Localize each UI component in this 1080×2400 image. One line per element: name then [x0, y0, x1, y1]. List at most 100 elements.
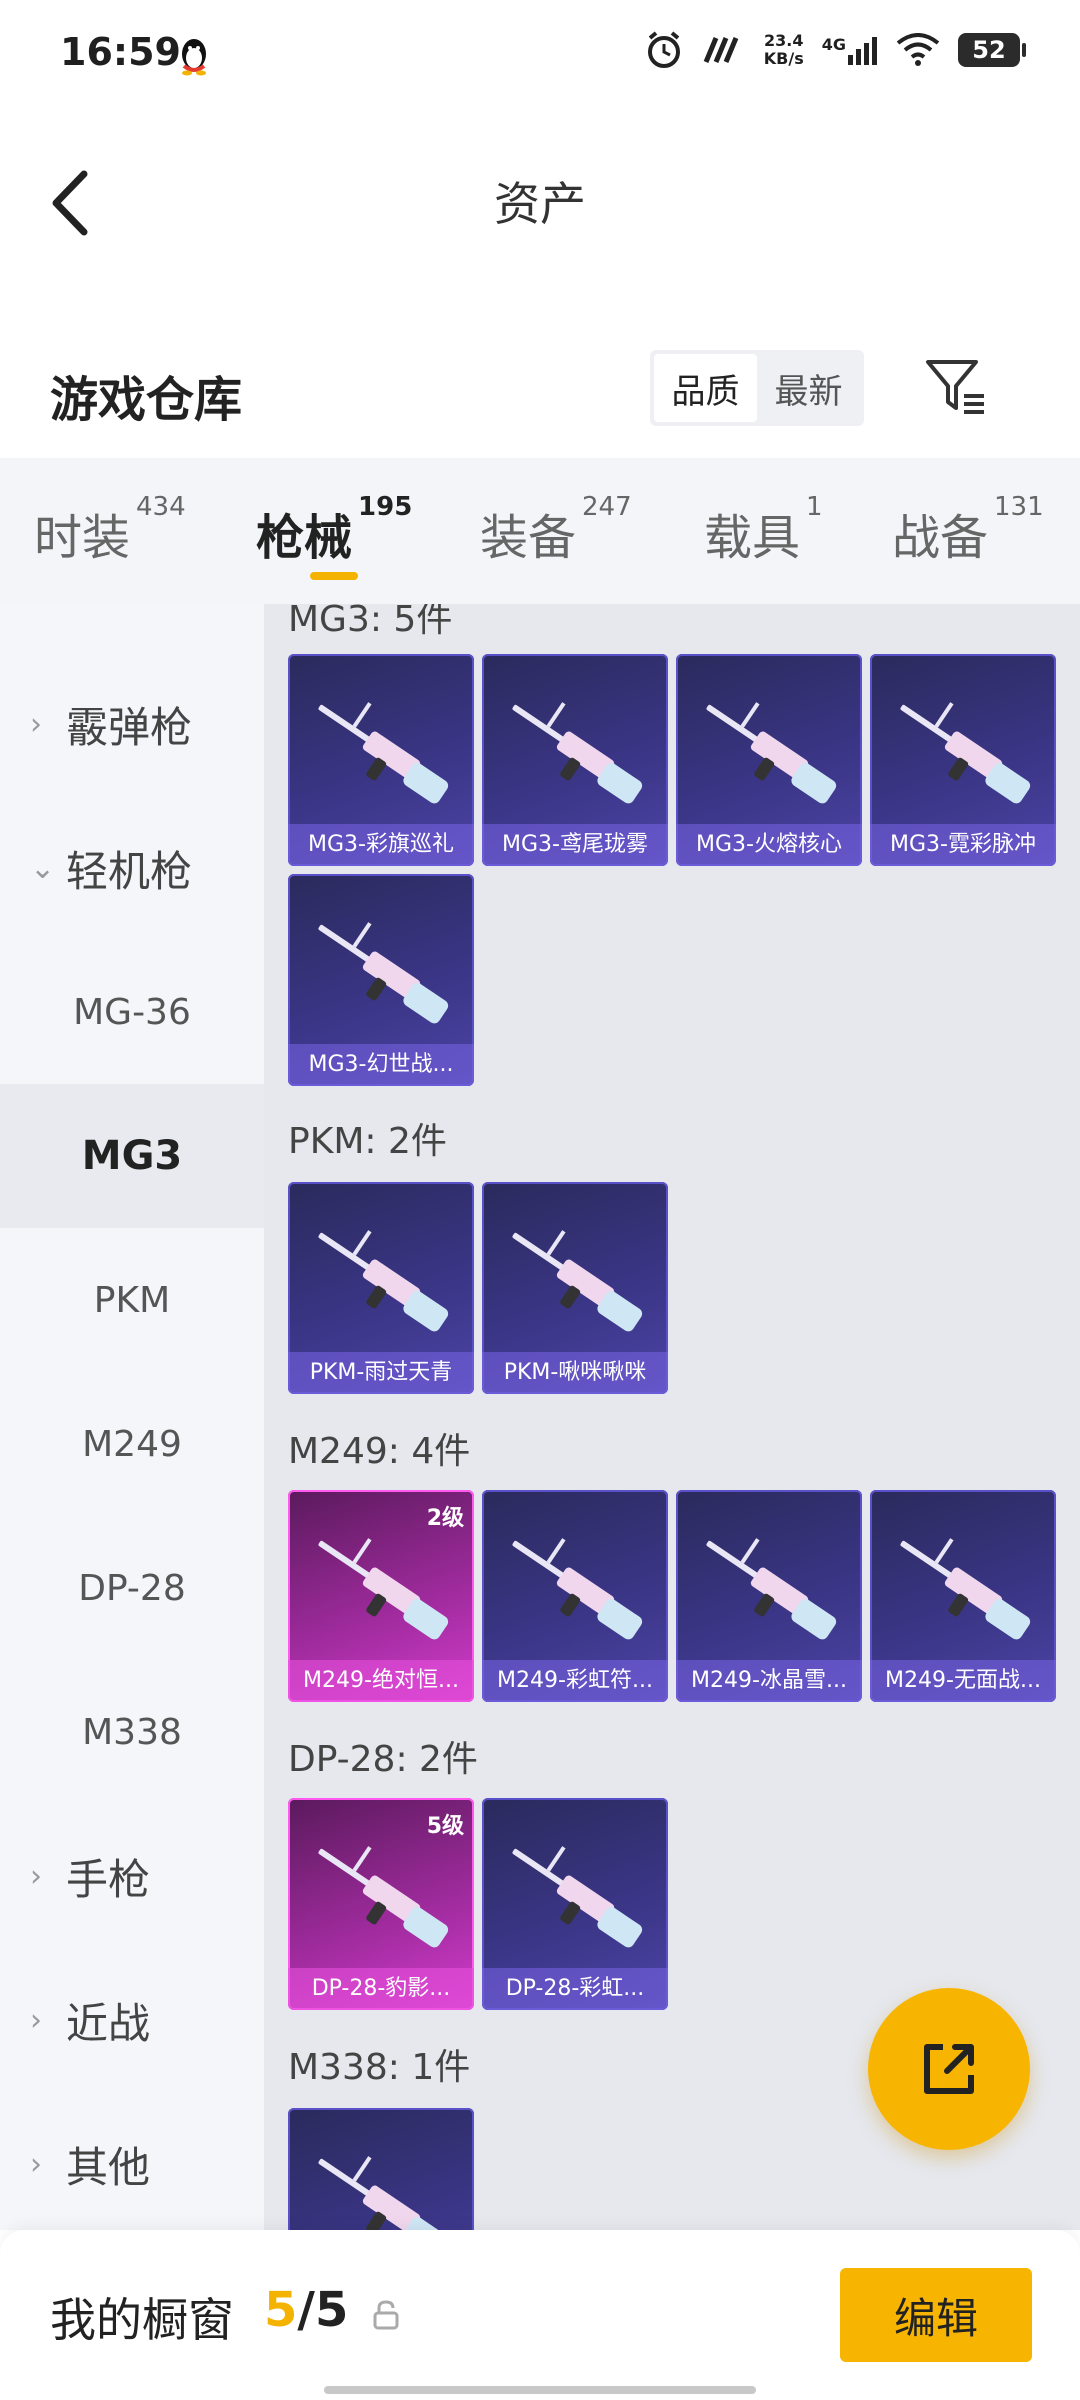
tab-combat-gear[interactable]: 战备131: [892, 492, 1044, 568]
chevron-right-icon: ›: [30, 1858, 42, 1894]
skin-name: MG3-鸢尾珑雾: [482, 824, 668, 866]
tab-vehicles[interactable]: 载具1: [704, 492, 823, 568]
chevron-right-icon: ›: [30, 2146, 42, 2182]
skin-name: DP-28-彩虹...: [482, 1968, 668, 2010]
share-external-icon: [924, 2044, 974, 2094]
lock-icon: [373, 2300, 399, 2330]
status-bar: 16:59 23.4 KB/s 4G 52: [0, 0, 1080, 110]
cell-signal-icon: 4G: [822, 35, 878, 65]
signal-label: 4G: [821, 35, 846, 54]
sidebar-item-melee[interactable]: › 近战: [0, 1948, 264, 2092]
skin-name: M249-彩虹符...: [482, 1660, 668, 1702]
group-label-m338: M338: 1件: [288, 2047, 471, 2088]
skin-card[interactable]: MG3-幻世战...: [288, 874, 474, 1086]
chevron-right-icon: ›: [30, 706, 42, 742]
group-label-m249: M249: 4件: [288, 1431, 471, 1472]
home-indicator: [324, 2386, 756, 2394]
skin-card[interactable]: M249-冰晶雪...: [676, 1490, 862, 1702]
sidebar-item-mg36[interactable]: MG-36: [0, 940, 264, 1084]
skin-card[interactable]: [288, 2108, 474, 2230]
battery-indicator: 52: [958, 33, 1026, 67]
skin-name: PKM-啾咪啾咪: [482, 1352, 668, 1394]
skin-card[interactable]: PKM-雨过天青: [288, 1182, 474, 1394]
net-speed-value: 23.4: [764, 31, 804, 50]
filter-icon[interactable]: [924, 356, 988, 420]
tab-label: 载具: [704, 510, 801, 566]
sidebar-item-other[interactable]: › 其他: [0, 2092, 264, 2230]
skin-card[interactable]: DP-28-彩虹...: [482, 1798, 668, 2010]
sidebar-item-label: 手枪: [66, 1854, 151, 1904]
sidebar-item-label: 轻机枪: [66, 846, 193, 896]
weapon-type-sidebar: › 霰弹枪 ⌄ 轻机枪 MG-36 MG3 PKM M249 DP-28 M338 …: [0, 604, 264, 2230]
sort-toggle: 品质 最新: [650, 350, 864, 426]
skin-card[interactable]: MG3-鸢尾珑雾: [482, 654, 668, 866]
tab-count: 1: [806, 492, 823, 522]
tab-count: 434: [136, 492, 186, 522]
sort-option-quality[interactable]: 品质: [654, 354, 757, 422]
tab-count: 131: [994, 492, 1044, 522]
skin-level-badge: 2级: [426, 1506, 464, 1531]
sidebar-item-shotgun[interactable]: › 霰弹枪: [0, 652, 264, 796]
sidebar-item-m338[interactable]: M338: [0, 1660, 264, 1804]
skin-name: M249-冰晶雪...: [676, 1660, 862, 1702]
warehouse-title: 游戏仓库: [50, 372, 243, 428]
skin-name: MG3-火熔核心: [676, 824, 862, 866]
weapon-skin-grid: MG3: 5件 MG3-彩旗巡礼 MG3-鸢尾珑雾 MG3-火熔核心 MG3-霓…: [264, 604, 1080, 2230]
showcase-count: 5/5: [264, 2282, 348, 2338]
sidebar-item-dp28[interactable]: DP-28: [0, 1516, 264, 1660]
alarm-icon: [647, 31, 680, 68]
skin-card[interactable]: M249-彩虹符...: [482, 1490, 668, 1702]
skin-name: DP-28-豹影...: [288, 1968, 474, 2010]
sidebar-item-lmg[interactable]: ⌄ 轻机枪: [0, 796, 264, 940]
skin-name: MG3-彩旗巡礼: [288, 824, 474, 866]
data-saver-icon: [703, 37, 739, 63]
sidebar-item-mg3[interactable]: MG3: [0, 1084, 264, 1228]
net-speed-unit: KB/s: [763, 49, 804, 68]
skin-name: PKM-雨过天青: [288, 1352, 474, 1394]
page-header: 资产: [0, 110, 1080, 280]
tab-count: 247: [582, 492, 632, 522]
showcase-bar: 我的橱窗 5/5 编辑: [0, 2230, 1080, 2400]
wifi-icon: [896, 33, 940, 66]
sidebar-item-pkm[interactable]: PKM: [0, 1228, 264, 1372]
skin-name: MG3-霓彩脉冲: [870, 824, 1056, 866]
showcase-total: 5: [314, 2282, 349, 2338]
skin-level-badge: 5级: [426, 1814, 464, 1839]
category-tabs: 时装434 枪械195 装备247 载具1 战备131: [0, 458, 1080, 604]
skin-card[interactable]: 5级 DP-28-豹影...: [288, 1798, 474, 2010]
chevron-down-icon: ⌄: [30, 850, 56, 886]
tab-firearms[interactable]: 枪械195: [256, 492, 412, 568]
skin-card[interactable]: MG3-霓彩脉冲: [870, 654, 1056, 866]
sidebar-item-pistol[interactable]: › 手枪: [0, 1804, 264, 1948]
sidebar-item-label: 近战: [66, 1998, 151, 2048]
tab-count: 195: [358, 492, 413, 522]
tab-label: 装备: [480, 510, 577, 566]
skin-name: M249-无面战...: [870, 1660, 1056, 1702]
tab-equipment[interactable]: 装备247: [480, 492, 632, 568]
group-label-dp28: DP-28: 2件: [288, 1739, 478, 1780]
group-label-pkm: PKM: 2件: [288, 1121, 447, 1162]
status-time: 16:59: [60, 30, 181, 74]
tab-label: 战备: [892, 510, 989, 566]
edit-button[interactable]: 编辑: [840, 2268, 1032, 2362]
chevron-right-icon: ›: [30, 2002, 42, 2038]
showcase-title: 我的橱窗: [50, 2293, 234, 2347]
sort-option-newest[interactable]: 最新: [757, 354, 860, 422]
group-label-mg3: MG3: 5件: [288, 604, 453, 640]
skin-name: M249-绝对恒...: [288, 1660, 474, 1702]
skin-card[interactable]: M249-无面战...: [870, 1490, 1056, 1702]
skin-card[interactable]: MG3-彩旗巡礼: [288, 654, 474, 866]
share-button[interactable]: [868, 1988, 1030, 2150]
tab-fashion[interactable]: 时装434: [34, 492, 186, 568]
tab-label: 枪械: [256, 510, 353, 566]
skin-card[interactable]: PKM-啾咪啾咪: [482, 1182, 668, 1394]
showcase-current: 5: [264, 2282, 298, 2338]
skin-card[interactable]: 2级 M249-绝对恒...: [288, 1490, 474, 1702]
showcase-separator: /: [297, 2282, 315, 2338]
sidebar-item-m249[interactable]: M249: [0, 1372, 264, 1516]
warehouse-header: 游戏仓库 品质 最新: [0, 330, 1080, 450]
skin-card[interactable]: MG3-火熔核心: [676, 654, 862, 866]
sidebar-item-label: 霰弹枪: [66, 702, 193, 752]
page-title: 资产: [494, 177, 586, 231]
active-tab-indicator: [310, 572, 358, 580]
